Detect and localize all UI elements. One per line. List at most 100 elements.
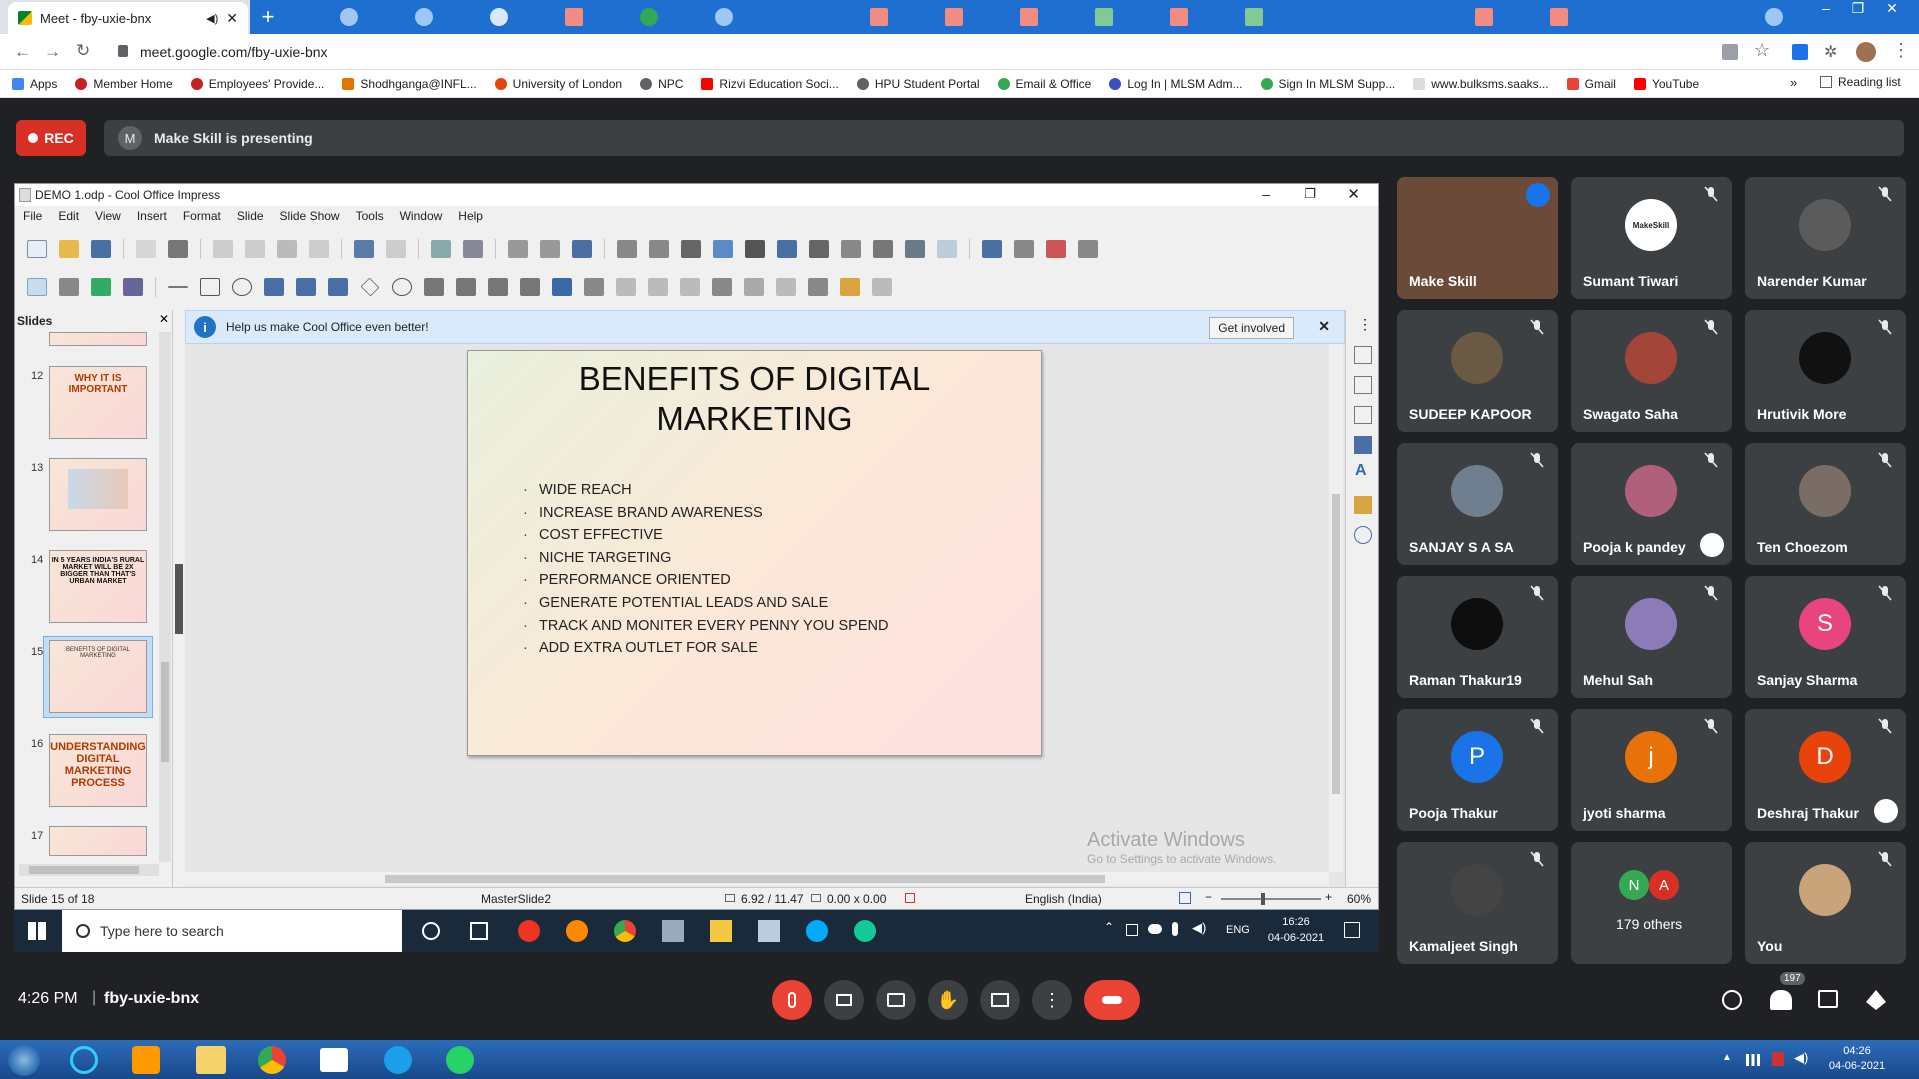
reading-list[interactable]: Reading list: [1820, 75, 1901, 89]
participant-tile[interactable]: MakeSkill Sumant Tiwari: [1571, 177, 1732, 299]
delete-slide-icon[interactable]: [1046, 240, 1066, 258]
slide-layout-icon[interactable]: [1078, 240, 1098, 258]
meeting-details-icon[interactable]: [1722, 990, 1742, 1010]
slide-thumb-partial[interactable]: [49, 332, 147, 346]
pdf-tab-icon[interactable]: [565, 8, 583, 26]
copy-icon[interactable]: [245, 240, 265, 258]
fit-slide-icon[interactable]: [1179, 892, 1191, 904]
language-status[interactable]: English (India): [1025, 892, 1102, 906]
slide-thumb-13[interactable]: [49, 458, 147, 531]
special-character-icon[interactable]: [841, 240, 861, 258]
bookmark-gmail[interactable]: Gmail: [1566, 77, 1616, 91]
tab-icon[interactable]: [490, 8, 508, 26]
spelling-icon[interactable]: [463, 240, 483, 258]
chrome-icon[interactable]: [614, 920, 636, 942]
find-replace-icon[interactable]: [431, 240, 451, 258]
bookmark-email-office[interactable]: Email & Office: [997, 77, 1091, 91]
toggle-extrusion-icon[interactable]: [872, 278, 892, 296]
mic-off-button[interactable]: [772, 980, 812, 1020]
lock-icon[interactable]: [118, 45, 128, 57]
callouts-icon[interactable]: [488, 278, 508, 296]
filter-icon[interactable]: [776, 278, 796, 296]
participant-tile[interactable]: Make Skill: [1397, 177, 1558, 299]
sidebar-menu-icon[interactable]: ⋮: [1358, 316, 1372, 333]
activities-icon[interactable]: [1866, 990, 1886, 1010]
participant-tile[interactable]: Mehul Sah: [1571, 576, 1732, 698]
bookmark-hpu[interactable]: HPU Student Portal: [856, 77, 980, 91]
menu-insert[interactable]: Insert: [137, 209, 167, 223]
rectangle-icon[interactable]: [200, 278, 220, 296]
properties-icon[interactable]: [1354, 346, 1372, 364]
bookmark-npc[interactable]: NPC: [640, 77, 683, 91]
clone-formatting-icon[interactable]: [309, 240, 329, 258]
grid-icon[interactable]: [508, 240, 528, 258]
leave-call-button[interactable]: [1084, 980, 1140, 1020]
forward-icon[interactable]: →: [44, 42, 61, 62]
chat-task-icon[interactable]: [320, 1048, 348, 1072]
tab-icon[interactable]: [415, 8, 433, 26]
clock[interactable]: 16:26 04-06-2021: [1266, 914, 1326, 946]
windows-start-icon[interactable]: [28, 922, 46, 940]
menu-edit[interactable]: Edit: [58, 209, 79, 223]
bookmark-university-london[interactable]: University of London: [494, 77, 622, 91]
star-icon[interactable]: ☆: [1754, 40, 1770, 61]
participant-tile[interactable]: Hrutivik More: [1745, 310, 1906, 432]
slide-editor-canvas[interactable]: BENEFITS OF DIGITAL MARKETING WIDE REACH…: [185, 344, 1345, 887]
participant-tile[interactable]: P Pooja Thakur: [1397, 709, 1558, 831]
menu-icon[interactable]: ⋮: [1892, 40, 1910, 61]
translate-icon[interactable]: [1722, 44, 1738, 60]
bookmark-bulksms[interactable]: www.bulksms.saaks...: [1413, 77, 1549, 91]
fontwork-icon[interactable]: [873, 240, 893, 258]
back-icon[interactable]: ←: [14, 42, 31, 62]
slide-thumb-15[interactable]: BENEFITS OF DIGITAL MARKETING: [49, 640, 147, 713]
tray-chevron-icon[interactable]: ⌃: [1104, 920, 1114, 934]
open-icon[interactable]: [59, 240, 79, 258]
participant-tile[interactable]: SANJAY S A SA: [1397, 443, 1558, 565]
language-indicator[interactable]: ENG: [1226, 924, 1250, 936]
pdf-tab-icon[interactable]: [1550, 8, 1568, 26]
menu-slide-show[interactable]: Slide Show: [280, 209, 340, 223]
bookmark-rizvi[interactable]: Rizvi Education Soci...: [701, 77, 839, 91]
participant-tile[interactable]: j jyoti sharma: [1571, 709, 1732, 831]
impress-close-icon[interactable]: ✕: [1347, 185, 1360, 203]
new-slide-icon[interactable]: [982, 240, 1002, 258]
ellipse-icon[interactable]: [232, 278, 252, 296]
bookmark-youtube[interactable]: YouTube: [1633, 77, 1699, 91]
connectors-icon[interactable]: [328, 278, 348, 296]
pdf-tab-icon[interactable]: [1170, 8, 1188, 26]
slide-bullets[interactable]: WIDE REACH INCREASE BRAND AWARENESS COST…: [523, 479, 888, 660]
points-icon[interactable]: [808, 278, 828, 296]
notifications-icon[interactable]: [1344, 922, 1360, 938]
align-icon[interactable]: [616, 278, 636, 296]
profile-avatar[interactable]: [1856, 42, 1876, 62]
slides-hscrollbar[interactable]: [19, 864, 159, 876]
slides-pane-close-icon[interactable]: ✕: [159, 312, 169, 326]
participant-tile[interactable]: You: [1745, 842, 1906, 964]
participant-tile[interactable]: Swagato Saha: [1571, 310, 1732, 432]
captions-button[interactable]: [876, 980, 916, 1020]
save-icon[interactable]: [91, 240, 111, 258]
tab-close-icon[interactable]: ✕: [226, 10, 238, 27]
zoom-in-icon[interactable]: +: [1325, 890, 1332, 904]
block-arrows-icon[interactable]: [424, 278, 444, 296]
participant-tile[interactable]: Ten Choezom: [1745, 443, 1906, 565]
basic-shapes-icon[interactable]: [360, 277, 380, 297]
media-player-icon[interactable]: [132, 1046, 160, 1074]
chat-icon[interactable]: [1818, 990, 1838, 1008]
impress-restore-icon[interactable]: ❐: [1304, 186, 1316, 202]
slide-transition-icon[interactable]: [1354, 376, 1372, 394]
glue-points-icon[interactable]: [840, 278, 860, 296]
menu-help[interactable]: Help: [458, 209, 483, 223]
menu-slide[interactable]: Slide: [237, 209, 264, 223]
export-pdf-icon[interactable]: [136, 240, 156, 258]
sheet-tab-icon[interactable]: [1245, 8, 1263, 26]
people-icon[interactable]: [1770, 990, 1792, 1010]
skype-icon[interactable]: [806, 920, 828, 942]
image-icon[interactable]: [713, 240, 733, 258]
bookmark-apps[interactable]: Apps: [12, 77, 57, 91]
symbol-shapes-icon[interactable]: [392, 278, 412, 296]
participant-tile[interactable]: Pooja k pandey: [1571, 443, 1732, 565]
zoom-icon[interactable]: [59, 278, 79, 296]
slide-thumb-17[interactable]: [49, 826, 147, 856]
more-options-button[interactable]: ⋮: [1032, 980, 1072, 1020]
